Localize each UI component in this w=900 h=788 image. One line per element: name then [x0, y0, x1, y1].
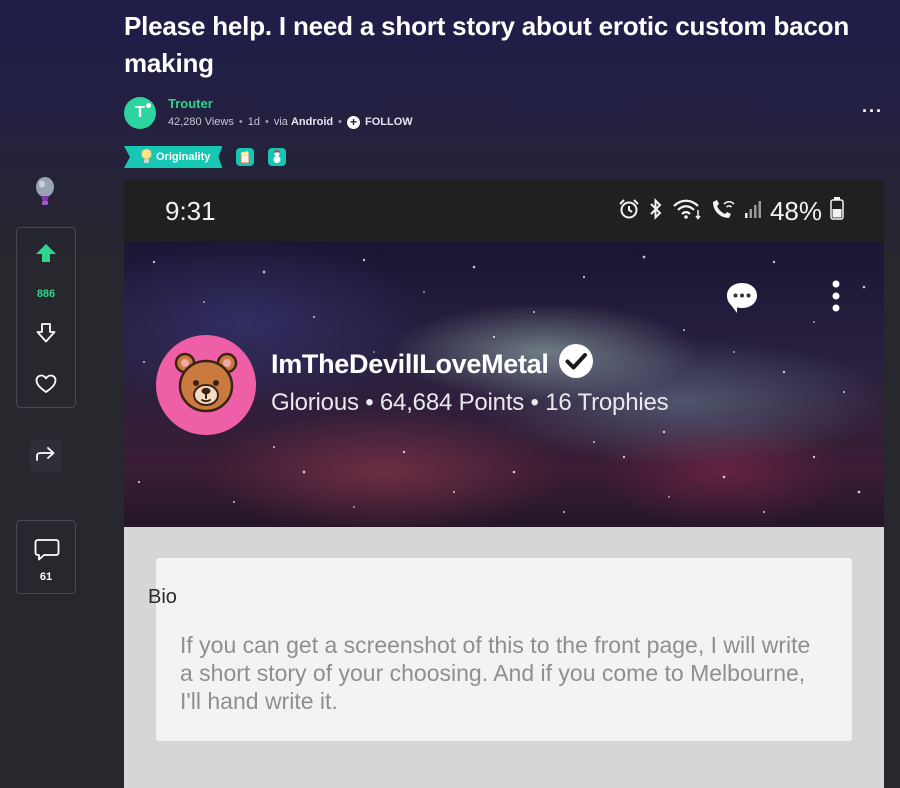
- lightbulb-icon: [139, 148, 154, 164]
- meta-line: 42,280 Views • 1d • via Android • + FOLL…: [168, 114, 413, 130]
- verified-icon: [558, 343, 594, 386]
- comment-count: 61: [39, 571, 53, 583]
- profile-avatar[interactable]: [156, 335, 256, 435]
- post-age: 1d: [247, 116, 260, 128]
- kebab-icon[interactable]: [831, 280, 841, 319]
- share-icon: [36, 446, 56, 467]
- separator: •: [238, 116, 243, 128]
- via-label: via Android: [274, 114, 333, 130]
- status-time: 9:31: [165, 195, 216, 226]
- downvote-icon[interactable]: [36, 322, 56, 349]
- chat-bubble-icon[interactable]: [724, 280, 760, 321]
- more-icon[interactable]: ···: [862, 102, 883, 120]
- bio-title: Bio: [148, 586, 177, 608]
- post-meta: T Trouter 42,280 Views • 1d • via Androi…: [124, 96, 413, 130]
- heart-icon[interactable]: [35, 374, 57, 399]
- phone-status-bar: 9:31 48%: [124, 180, 884, 242]
- via-platform: Android: [290, 116, 334, 128]
- separator: •: [338, 116, 342, 128]
- bluetooth-icon: [648, 196, 664, 227]
- username-text: ImTheDevilILoveMetal: [271, 349, 549, 379]
- profile-stats: Glorious • 64,684 Points • 16 Trophies: [271, 389, 669, 416]
- meta-text: Trouter 42,280 Views • 1d • via Android …: [168, 96, 413, 130]
- signal-icon: [744, 196, 762, 227]
- originality-label: Originality: [156, 151, 211, 163]
- balloon-icon[interactable]: [33, 176, 57, 206]
- share-button[interactable]: [30, 440, 62, 472]
- author-link[interactable]: Trouter: [168, 96, 413, 112]
- avatar-letter: T: [135, 104, 145, 121]
- bio-text: If you can get a screenshot of this to t…: [180, 632, 811, 714]
- battery-icon: [830, 196, 844, 227]
- vote-box: 886: [16, 227, 76, 408]
- status-icons: 48%: [618, 196, 844, 227]
- battery-percent: 48%: [769, 195, 822, 226]
- popcorn-badge-icon[interactable]: [236, 148, 255, 166]
- wifi-icon: [672, 196, 702, 227]
- originality-badge[interactable]: Originality: [124, 146, 223, 168]
- via-prefix: via: [273, 116, 288, 128]
- snowman-badge-icon[interactable]: [268, 148, 287, 166]
- profile-username: ImTheDevilILoveMetal: [271, 343, 594, 386]
- vote-count: 886: [36, 288, 56, 300]
- bear-avatar-icon: [174, 352, 238, 419]
- comment-box[interactable]: 61: [16, 520, 76, 594]
- upvote-icon[interactable]: [35, 242, 57, 269]
- post-title: Please help. I need a short story about …: [124, 11, 850, 78]
- follow-plus-icon[interactable]: +: [346, 115, 360, 129]
- page: Please help. I need a short story about …: [0, 0, 900, 788]
- author-avatar[interactable]: T: [124, 97, 156, 129]
- call-icon: [710, 196, 736, 227]
- post-image[interactable]: 9:31 48% ImTheDevilILoveMetal Glorious •…: [124, 180, 884, 788]
- follow-button[interactable]: FOLLOW: [365, 114, 413, 130]
- profile-banner: ImTheDevilILoveMetal Glorious • 64,684 P…: [124, 242, 884, 527]
- comment-icon[interactable]: [34, 538, 60, 567]
- badges: Originality: [124, 145, 287, 169]
- separator: •: [264, 116, 269, 128]
- alarm-icon: [618, 196, 640, 227]
- view-count: 42,280 Views: [168, 116, 234, 128]
